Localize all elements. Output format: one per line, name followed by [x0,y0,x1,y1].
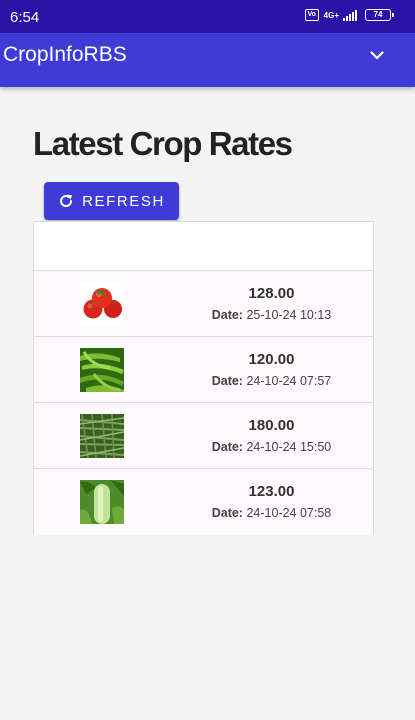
table-header [34,222,373,271]
green-chilli-image [80,348,124,392]
rate-date: Date: 24-10-24 07:58 [184,506,359,520]
rate-date: Date: 24-10-24 15:50 [184,440,359,454]
status-bar: 6:54 Vo 4G+ 74 [0,0,415,33]
app-title: CropInfoRBS [3,43,127,66]
rate-price: 123.00 [248,483,295,500]
tomato-image [80,282,124,326]
rate-date: Date: 25-10-24 10:13 [184,308,359,322]
signal-strength-icon [343,9,357,21]
rate-price: 180.00 [248,417,295,434]
date-value: 25-10-24 10:13 [246,308,332,322]
rate-price: 120.00 [248,351,295,368]
date-value: 24-10-24 07:57 [246,374,332,388]
refresh-button-label: REFRESH [82,192,165,210]
cluster-beans-image [80,414,124,458]
bottle-gourd-image [80,480,124,524]
refresh-icon [58,193,74,209]
date-label: Date: [211,374,243,388]
table-row: 120.00 Date: 24-10-24 07:57 [34,337,373,403]
status-icons: Vo 4G+ 74 [304,9,394,21]
rate-price: 128.00 [248,285,295,302]
app-bar: CropInfoRBS [0,33,415,87]
date-label: Date: [211,440,243,454]
menu-dropdown-button[interactable] [367,45,387,65]
chevron-down-icon [370,50,384,59]
date-value: 24-10-24 15:50 [246,440,332,454]
table-row: 128.00 Date: 25-10-24 10:13 [34,271,373,337]
rate-date: Date: 24-10-24 07:57 [184,374,359,388]
table-row: 180.00 Date: 24-10-24 15:50 [34,403,373,469]
page-title: Latest Crop Rates [33,125,293,162]
date-value: 24-10-24 07:58 [246,506,332,520]
volte-icon: Vo [304,9,319,21]
status-time: 6:54 [10,9,40,26]
refresh-button[interactable]: REFRESH [44,182,179,220]
date-label: Date: [211,308,243,322]
crop-rates-table: 128.00 Date: 25-10-24 10:13 120.00 Date:… [33,221,374,535]
date-label: Date: [211,506,243,520]
battery-icon: 74 [365,9,394,21]
network-type-label: 4G+ [323,10,339,20]
table-row: 123.00 Date: 24-10-24 07:58 [34,469,373,535]
